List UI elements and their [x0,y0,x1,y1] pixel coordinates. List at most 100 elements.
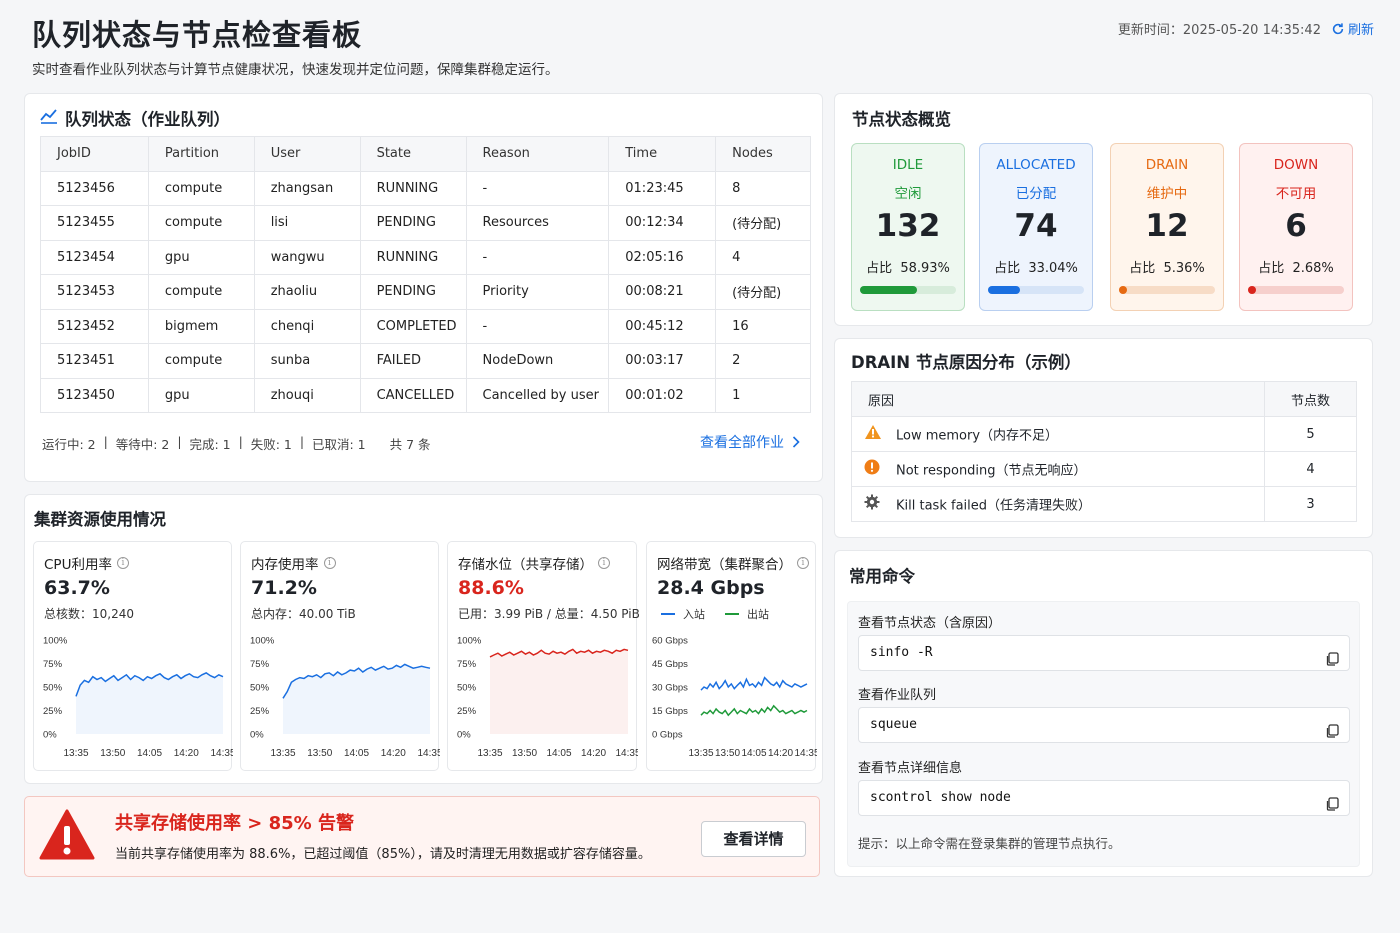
queue-cell-nodes: 16 [715,308,811,344]
node-count: 6 [1285,208,1307,244]
gear-icon [864,494,884,514]
command-field[interactable]: squeue [858,707,1350,743]
queue-cell-state: RUNNING [359,239,467,275]
table-row[interactable]: Kill task failed（任务清理失败） 3 [851,486,1357,522]
command-label: 查看节点详细信息 [858,761,963,776]
view-all-jobs-link[interactable]: 查看全部作业 [700,432,800,452]
copy-icon[interactable] [1325,791,1339,811]
queue-summary: 运行中: 2 | 等待中: 2 | 完成: 1 | 失败: 1 | 已取消: 1… [42,434,431,453]
copy-icon[interactable] [1325,646,1339,666]
node-state-code: DRAIN [1145,157,1189,173]
table-row[interactable]: 5123455 compute lisi PENDING Resources 00:12:… [40,205,811,241]
queue-cell-reason: - [465,170,610,206]
command-label: 查看作业队列 [858,688,937,703]
warning-icon [39,809,95,860]
queue-cell-partition: gpu [147,377,255,413]
queue-cell-user: zhangsan [253,170,361,206]
summary-separator: | [95,434,116,449]
node-card-allocated[interactable]: ALLOCATED 已分配 74 占比 33.04% [979,143,1093,311]
queue-cell-reason: Cancelled by user [465,377,610,413]
summary-item: 完成: 1 [189,437,231,452]
queue-cell-partition: compute [147,205,255,241]
metric-subtext: 已用：3.99 PiB / 总量：4.50 PiB [458,607,640,621]
metric-title-text: 存储水位（共享存储） [458,557,593,573]
table-row[interactable]: 5123456 compute zhangsan RUNNING -01:23:45 8 [40,170,811,206]
commands-tip: 提示：以上命令需在登录集群的管理节点执行。 [858,836,1121,851]
commands-panel: 常用命令 提示：以上命令需在登录集群的管理节点执行。 查看节点状态（含原因） si… [834,550,1373,877]
command-text: scontrol show node [870,790,1011,805]
x-tick-label: 13:50 [307,748,332,759]
resources-panel: 集群资源使用情况 CPU利用率 i 63.7% 总核数：10,240 100% 75% 50… [24,494,823,784]
x-tick-label: 14:05 [546,748,571,759]
queue-cell-user: sunba [253,343,361,379]
table-row[interactable]: 5123453 compute zhaoliu PENDING Priority 00:0… [40,274,811,310]
node-ratio-fill [860,286,917,294]
y-tick-label: 30 Gbps [652,683,688,694]
node-card-idle[interactable]: IDLE 空闲 132 占比 58.93% [851,143,965,311]
queue-title: 队列状态（作业队列） [65,110,230,129]
info-icon[interactable]: i [116,557,129,569]
y-tick-label: 75% [43,659,63,670]
queue-cell-reason: Priority [465,274,610,310]
y-tick-label: 50% [457,683,477,694]
queue-cell-nodes: 2 [715,343,811,379]
table-row[interactable]: 5123451 compute sunba FAILED NodeDown 00:03:1… [40,343,811,379]
x-tick-label: 13:35 [688,748,713,759]
x-tick-label: 14:35 [615,748,638,759]
info-icon[interactable]: i [598,557,610,569]
view-details-button[interactable]: 查看详情 [701,821,806,857]
drain-reason-panel: DRAIN 节点原因分布（示例） 原因 节点数 Low memory（内存不足）… [834,338,1373,538]
info-icon[interactable]: i [323,557,336,569]
drain-reason-cell: Low memory（内存不足） [851,416,1265,452]
command-field[interactable]: sinfo -R [858,635,1350,671]
drain-reason-text: Not responding（节点无响应） [896,463,1087,479]
alert-text: 当前共享存储使用率为 88.6%，已超过阈值（85%），请及时清理无用数据或扩容… [115,847,651,862]
node-card-down[interactable]: DOWN 不可用 6 占比 2.68% [1239,143,1353,311]
metric-title-text: 内存使用率 [251,557,319,573]
queue-cell-time: 00:01:02 [608,377,717,413]
x-tick-label: 14:05 [741,748,766,759]
command-field[interactable]: scontrol show node [858,780,1350,816]
node-status-title: 节点状态概览 [852,110,951,129]
node-ratio-fill [1119,286,1127,294]
legend-swatch [725,613,739,615]
table-row[interactable]: 5123450 gpu zhouqi CANCELLED Cancelled by us… [40,377,811,413]
queue-cell-partition: compute [147,170,255,206]
page-title: 队列状态与节点检查看板 [32,18,363,52]
node-card-drain[interactable]: DRAIN 维护中 12 占比 5.36% [1110,143,1224,311]
node-ratio-fill [1248,286,1256,294]
y-tick-label: 25% [43,706,63,717]
metric-card: 内存使用率 i 71.2% 总内存：40.00 TiB 100% 75% 50% 25% 0% 1… [240,541,440,771]
info-icon[interactable]: i [797,557,809,569]
metric-card: 存储水位（共享存储） i 88.6% 已用：3.99 PiB / 总量：4.50 Pi… [447,541,640,771]
queue-cell-state: PENDING [359,205,467,241]
metric-chart: 100% 75% 50% 25% 0% 13:35 13:50 14:05 14:20 14:35 [457,636,638,760]
queue-cell-nodes: (待分配) [715,274,811,310]
summary-total: 共 7 条 [389,437,431,452]
drain-col-reason: 原因 [851,381,1265,417]
queue-col-nodes: Nodes [715,136,811,172]
table-row[interactable]: Not responding（节点无响应） 4 [851,451,1357,487]
x-tick-label: 14:35 [794,748,817,759]
queue-cell-time: 00:08:21 [608,274,717,310]
drain-count-cell: 3 [1264,486,1357,522]
node-state-code: DOWN [1273,157,1319,173]
node-state-label: 空闲 [894,186,922,202]
metric-title-text: 网络带宽（集群聚合） [657,557,792,573]
y-tick-label: 25% [457,706,477,717]
table-row[interactable]: 5123454 gpu wangwu RUNNING -02:05:16 4 [40,239,811,275]
metric-card: CPU利用率 i 63.7% 总核数：10,240 100% 75% 50% 25% 0% 13:… [33,541,233,771]
table-row[interactable]: Low memory（内存不足） 5 [851,416,1357,452]
node-count: 132 [875,208,941,244]
queue-cell-nodes: 8 [715,170,811,206]
table-row[interactable]: 5123452 bigmem chenqi COMPLETED -00:45:12 16 [40,308,811,344]
y-tick-label: 15 Gbps [652,706,688,717]
queue-cell-nodes: 4 [715,239,811,275]
x-tick-label: 14:35 [210,748,233,759]
copy-icon[interactable] [1325,718,1339,738]
queue-cell-reason: - [465,239,610,275]
refresh-button[interactable]: 刷新 [1331,19,1374,38]
queue-cell-time: 01:23:45 [608,170,717,206]
y-tick-label: 50% [250,683,270,694]
y-tick-label: 50% [43,683,63,694]
